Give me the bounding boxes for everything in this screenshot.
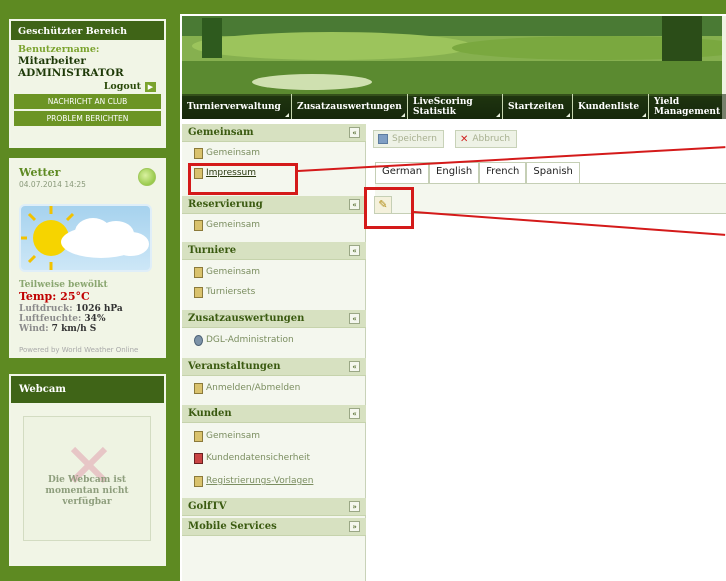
tab-french[interactable]: French — [479, 162, 527, 183]
x-icon: ✕ — [460, 133, 469, 145]
document-icon — [194, 383, 203, 394]
sidebar-item-registrierungs-vorlagen[interactable]: Registrierungs-Vorlagen — [188, 472, 313, 490]
weather-panel: Wetter 04.07.2014 14:25 Teilweise bewölk… — [9, 158, 166, 358]
webcam-panel: Webcam Die Webcam ist momentan nicht ver… — [9, 374, 166, 566]
collapse-icon[interactable]: « — [349, 199, 360, 210]
header-banner: Turnierverwaltung Zusatzauswertungen Liv… — [182, 16, 726, 119]
weather-partly-cloudy-icon — [19, 204, 152, 272]
section-turniere[interactable]: Turniere « — [182, 242, 366, 260]
users-icon — [194, 453, 203, 464]
sidebar-item-gemeinsam[interactable]: Gemeinsam — [188, 144, 260, 162]
nav-livescoring-statistik[interactable]: LiveScoring Statistik — [408, 94, 503, 119]
cancel-button[interactable]: ✕ Abbruch — [455, 130, 518, 148]
nav-turnierverwaltung[interactable]: Turnierverwaltung — [182, 94, 292, 119]
collapse-icon[interactable]: « — [349, 127, 360, 138]
username-label: Benutzername: — [18, 44, 100, 55]
username-line1: Mitarbeiter — [18, 55, 86, 67]
save-button[interactable]: Speichern — [373, 130, 444, 148]
section-mobile-services[interactable]: Mobile Services» — [182, 518, 366, 536]
section-gemeinsam[interactable]: Gemeinsam « — [182, 124, 366, 142]
section-reservierung[interactable]: Reservierung « — [182, 196, 366, 214]
main-frame: Turnierverwaltung Zusatzauswertungen Liv… — [180, 14, 726, 581]
tab-spanish[interactable]: Spanish — [526, 162, 580, 183]
nav-startzeiten[interactable]: Startzeiten — [503, 94, 573, 119]
weather-humidity: Luftfeuchte: 34% — [19, 314, 106, 324]
expand-icon[interactable]: » — [349, 521, 360, 532]
webcam-placeholder: Die Webcam ist momentan nicht verfügbar — [23, 416, 151, 541]
username-line2: ADMINISTRATOR — [18, 67, 124, 79]
document-icon — [194, 220, 203, 231]
document-icon — [194, 431, 203, 442]
weather-powered-by[interactable]: Powered by World Weather Online — [19, 346, 138, 354]
sidebar-item-anmelden-abmelden[interactable]: Anmelden/Abmelden — [188, 379, 300, 397]
section-kunden[interactable]: Kunden « — [182, 405, 366, 423]
weather-temp: Temp: 25°C — [19, 290, 90, 303]
logout-link[interactable]: Logout ▶ — [11, 79, 164, 92]
webcam-title: Webcam — [11, 376, 164, 403]
document-icon — [194, 476, 203, 487]
document-icon — [194, 287, 203, 298]
sidebar-item-turniere-gemeinsam[interactable]: Gemeinsam — [188, 263, 260, 281]
section-veranstaltungen[interactable]: Veranstaltungen « — [182, 358, 366, 376]
weather-logo-icon — [138, 168, 156, 186]
weather-pressure: Luftdruck: 1026 hPa — [19, 304, 123, 314]
login-panel-title: Geschützter Bereich — [11, 21, 164, 40]
tab-english[interactable]: English — [429, 162, 480, 183]
disk-icon — [378, 134, 388, 144]
collapse-icon[interactable]: « — [349, 313, 360, 324]
sidebar-item-reservierung-gemeinsam[interactable]: Gemeinsam — [188, 216, 260, 234]
collapse-icon[interactable]: « — [349, 245, 360, 256]
report-problem-button[interactable]: PROBLEM BERICHTEN — [14, 111, 161, 126]
webcam-message: Die Webcam ist momentan nicht verfügbar — [45, 475, 129, 507]
tab-panel — [375, 184, 726, 214]
nav-kundenliste[interactable]: Kundenliste — [573, 94, 649, 119]
arrow-right-icon: ▶ — [145, 81, 156, 92]
sidebar-item-dgl-administration[interactable]: DGL-Administration — [188, 331, 294, 349]
weather-description: Teilweise bewölkt — [19, 280, 108, 290]
collapse-icon[interactable]: « — [349, 408, 360, 419]
dgl-icon — [194, 335, 203, 346]
section-zusatzauswertungen[interactable]: Zusatzauswertungen « — [182, 310, 366, 328]
weather-wind: Wind: 7 km/h S — [19, 324, 97, 334]
collapse-icon[interactable]: « — [349, 361, 360, 372]
message-club-button[interactable]: NACHRICHT AN CLUB — [14, 94, 161, 109]
highlight-impressum — [188, 163, 298, 195]
sidebar-item-kundendatensicherheit[interactable]: Kundendatensicherheit — [188, 449, 310, 467]
sidebar-item-turniersets[interactable]: Turniersets — [188, 283, 255, 301]
logout-label: Logout — [103, 81, 141, 92]
document-icon — [194, 267, 203, 278]
content-area: Speichern ✕ Abbruch German English French… — [367, 124, 726, 581]
nav-zusatzauswertungen[interactable]: Zusatzauswertungen — [292, 94, 408, 119]
document-icon — [194, 148, 203, 159]
section-golftv[interactable]: GolfTV» — [182, 498, 366, 516]
sidebar-item-kunden-gemeinsam[interactable]: Gemeinsam — [188, 427, 260, 445]
login-panel: Geschützter Bereich Benutzername: Mitarb… — [9, 19, 166, 148]
expand-icon[interactable]: » — [349, 501, 360, 512]
nav-yield-management[interactable]: Yield Management — [649, 94, 726, 119]
highlight-edit-button — [364, 187, 414, 229]
